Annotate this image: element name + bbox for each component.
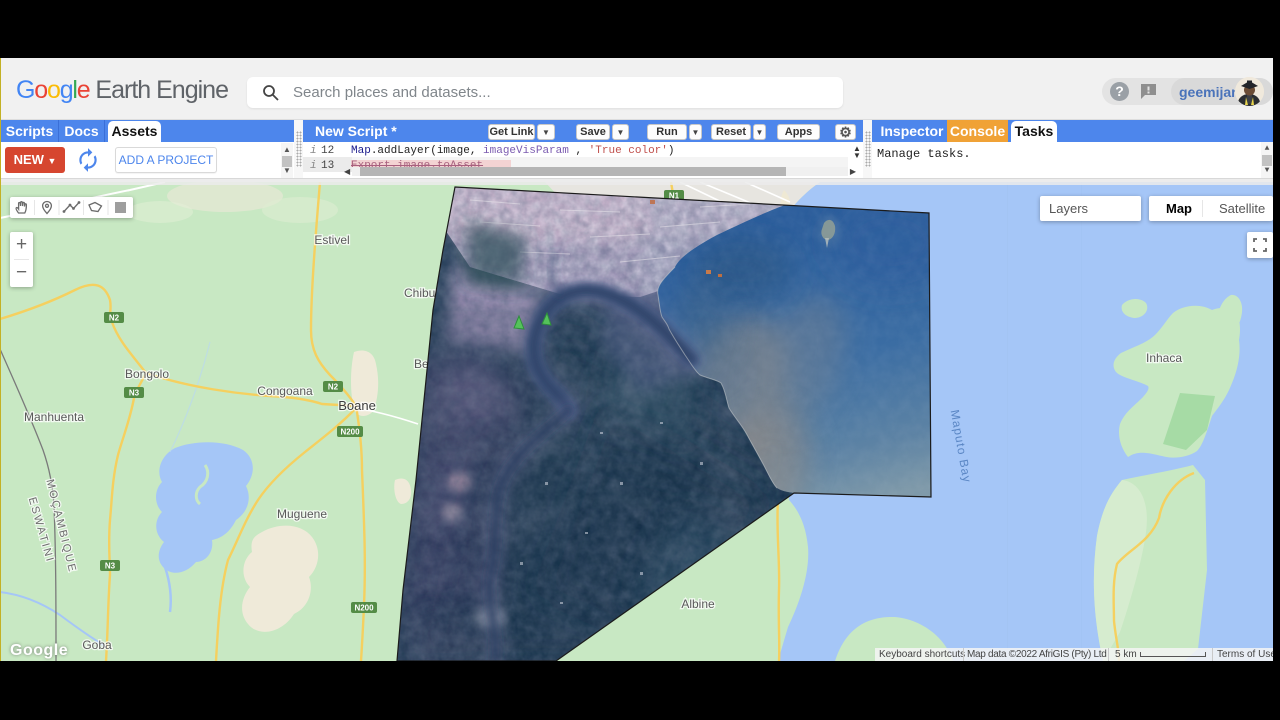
svg-text:Goba: Goba xyxy=(82,638,112,652)
svg-text:N200: N200 xyxy=(354,604,374,613)
svg-text:Muguene: Muguene xyxy=(277,507,327,521)
svg-text:Bongolo: Bongolo xyxy=(125,367,169,381)
svg-text:Boane: Boane xyxy=(338,398,376,413)
svg-text:N3: N3 xyxy=(105,562,116,571)
svg-text:Estivel: Estivel xyxy=(314,233,349,247)
svg-text:Manhuenta: Manhuenta xyxy=(24,410,84,424)
svg-text:N3: N3 xyxy=(129,389,140,398)
svg-text:Congoana: Congoana xyxy=(257,384,313,398)
svg-text:Albine: Albine xyxy=(681,597,715,611)
svg-text:N200: N200 xyxy=(340,428,360,437)
svg-text:N2: N2 xyxy=(328,383,339,392)
svg-text:N2: N2 xyxy=(109,314,120,323)
svg-text:Inhaca: Inhaca xyxy=(1146,351,1182,365)
